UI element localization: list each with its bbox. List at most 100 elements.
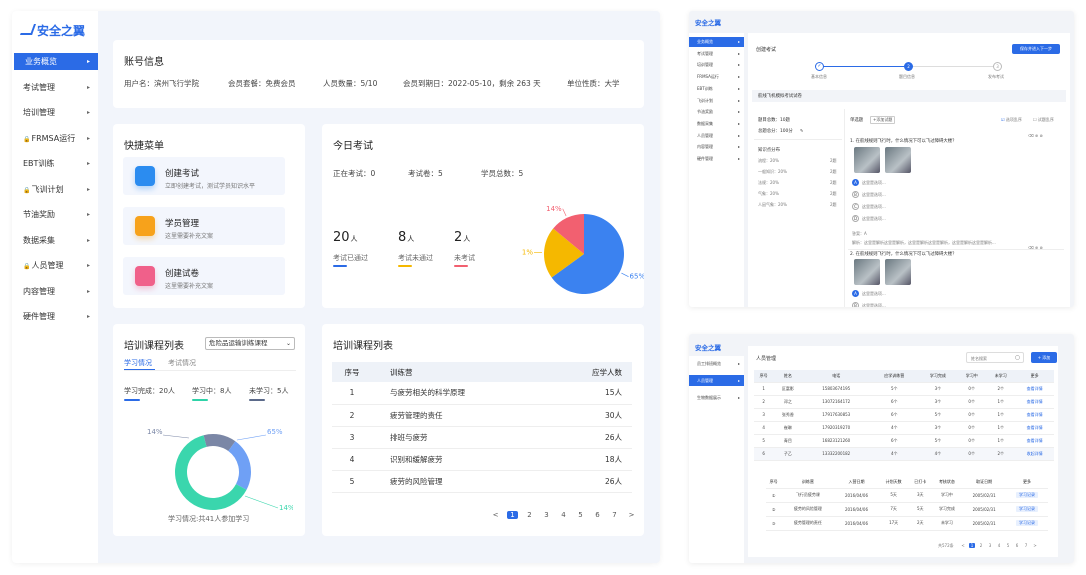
page-4[interactable]: 4 bbox=[558, 511, 569, 519]
question-2-actions-icon[interactable]: ⌫ ⊕ ⊗ bbox=[1028, 245, 1043, 250]
sidebar-item-5[interactable]: 🔒飞训计划 ▸ bbox=[12, 181, 98, 198]
tab-exam[interactable]: 考试情况 bbox=[168, 358, 196, 368]
quick-item-0[interactable]: 创建考试 立即创建考试，测试学员知识水平 bbox=[123, 157, 285, 195]
shuffle-options-checkbox[interactable]: ☑ 选项乱序 bbox=[1001, 117, 1022, 123]
page-2[interactable]: 2 bbox=[524, 511, 535, 519]
sub-row[interactable]: ① 飞行员疲劳课 2016/04/06 5天 3天 学习中 2005/02/31 学习记录 bbox=[766, 488, 1048, 503]
people-cell[interactable]: 查看详情 bbox=[1015, 421, 1054, 435]
mini2-add-button[interactable]: + 添加 bbox=[1031, 352, 1057, 363]
quick-item-2[interactable]: 创建试卷 这里需要补充文案 bbox=[123, 257, 285, 295]
page-0[interactable]: < bbox=[490, 511, 501, 519]
option-radio-0[interactable]: A bbox=[852, 179, 859, 186]
mini1-nav-10[interactable]: 硬件管理 ▸ bbox=[689, 154, 744, 164]
save-next-button[interactable]: 保存并进入下一步 bbox=[1012, 44, 1060, 54]
dashboard-window: 安全之翼 业务概览 ▸ 考试管理 ▸ 培训管理 ▸ 🔒FRMSA运行 ▸ EBT训练 ▸ 🔒飞训计划… bbox=[12, 11, 660, 563]
mini1-nav-2[interactable]: 培训管理 ▸ bbox=[689, 60, 744, 70]
mini2-nav-2[interactable]: 生物数据展示 ▸ bbox=[689, 392, 744, 403]
page-7[interactable]: 7 bbox=[609, 511, 620, 519]
sub-row[interactable]: ③ 疲劳管理的责任 2016/04/06 17天 2天 未学习 2005/02/31 学习记录 bbox=[766, 516, 1048, 531]
page-1[interactable]: 1 bbox=[507, 511, 518, 519]
course-row[interactable]: 2 疲劳管理的责任 30人 bbox=[332, 404, 632, 427]
page-3[interactable]: 3 bbox=[541, 511, 552, 519]
page-8[interactable]: > bbox=[626, 511, 637, 519]
sub-cell-text: 学习完成 bbox=[938, 506, 955, 511]
option2-radio-1[interactable]: B bbox=[852, 302, 859, 307]
sidebar-item-4[interactable]: EBT训练 ▸ bbox=[12, 155, 98, 172]
mini1-nav-3[interactable]: FRMSA运行 ▸ bbox=[689, 72, 744, 82]
sidebar-item-7[interactable]: 数据采集 ▸ bbox=[12, 232, 98, 249]
course-row[interactable]: 1 与疲劳相关的科学原理 15人 bbox=[332, 382, 632, 405]
course-row[interactable]: 5 疲劳的风险管理 26人 bbox=[332, 470, 632, 493]
mini2-nav-1[interactable]: 人员管理 ▸ bbox=[689, 375, 744, 386]
option-radio-3[interactable]: D bbox=[852, 215, 859, 222]
mini2-page-2[interactable]: 2 bbox=[978, 543, 984, 548]
sidebar-item-8[interactable]: 🔒人员管理 ▸ bbox=[12, 257, 98, 274]
sidebar-item-0[interactable]: 业务概览 ▸ bbox=[14, 53, 98, 70]
sub-cell: 学习完成 bbox=[931, 502, 963, 517]
people-cell[interactable]: 查看详情 bbox=[1015, 434, 1054, 448]
sub-cell[interactable]: 学习记录 bbox=[1006, 502, 1048, 517]
option-radio-1[interactable]: B bbox=[852, 191, 859, 198]
option2-radio-0[interactable]: A bbox=[852, 290, 859, 297]
people-row[interactable]: 6 子乙 13332200182 4个 4个 0个 2个 收起详情 bbox=[754, 447, 1054, 461]
mini2-page-1[interactable]: 1 bbox=[969, 543, 975, 548]
mini1-nav-4[interactable]: EBT训练 ▸ bbox=[689, 84, 744, 94]
sidebar-item-3[interactable]: 🔒FRMSA运行 ▸ bbox=[12, 130, 98, 147]
people-cell[interactable]: 收起详情 bbox=[1015, 447, 1054, 461]
mini2-page-3[interactable]: 3 bbox=[987, 543, 993, 548]
people-cell[interactable]: 查看详情 bbox=[1015, 408, 1054, 422]
tab-study[interactable]: 学习情况 bbox=[124, 358, 152, 368]
sidebar-item-2[interactable]: 培训管理 ▸ bbox=[12, 104, 98, 121]
mini1-nav-5[interactable]: 飞训计划 ▸ bbox=[689, 96, 744, 106]
mini2-page-0[interactable]: < bbox=[960, 543, 966, 548]
today-exam-card: 今日考试 正在考试：0 考试卷：5 学员总数：5 20人 考试已通过 8人 考试未通过… bbox=[322, 124, 644, 308]
sub-cell[interactable]: 学习记录 bbox=[1006, 488, 1048, 503]
mini1-nav-0[interactable]: 业务概览 ▸ bbox=[689, 37, 744, 47]
edit-icon[interactable]: ✎ bbox=[800, 128, 803, 133]
mini1-nav-6[interactable]: 节油奖励 ▸ bbox=[689, 107, 744, 117]
sub-row[interactable]: ② 疲劳的风险管理 2016/04/06 7天 5天 学习完成 2005/02/31 学习记录 bbox=[766, 502, 1048, 517]
study-record-link[interactable]: 学习记录 bbox=[1016, 506, 1039, 512]
stat-number: 8 bbox=[398, 230, 407, 245]
mini2-page-5[interactable]: 5 bbox=[1005, 543, 1011, 548]
quick-item-1[interactable]: 学员管理 这里需要补充文案 bbox=[123, 207, 285, 245]
people-row[interactable]: 4 崔琳 17920319270 4个 3个 0个 1个 查看详情 bbox=[754, 421, 1054, 435]
mini1-nav-8[interactable]: 人员管理 ▸ bbox=[689, 131, 744, 141]
shuffle-questions-checkbox[interactable]: ☐ 试题乱序 bbox=[1033, 117, 1054, 123]
sidebar-item-9[interactable]: 内容管理 ▸ bbox=[12, 283, 98, 300]
people-cell[interactable]: 查看详情 bbox=[1015, 382, 1054, 396]
course-row[interactable]: 3 排班与疲劳 26人 bbox=[332, 426, 632, 449]
people-row[interactable]: 2 邓之 13072164172 6个 3个 0个 1个 查看详情 bbox=[754, 395, 1054, 409]
course-row[interactable]: 4 识别和缓解疲劳 18人 bbox=[332, 448, 632, 471]
sub-cell[interactable]: 学习记录 bbox=[1006, 516, 1048, 531]
people-cell[interactable]: 查看详情 bbox=[1015, 395, 1054, 409]
mini1-dist-title: 知识点分布 bbox=[758, 148, 780, 153]
sub-cell-text: 未学习 bbox=[940, 520, 953, 525]
mini2-page-6[interactable]: 6 bbox=[1014, 543, 1020, 548]
study-record-link[interactable]: 学习记录 bbox=[1016, 520, 1039, 526]
sidebar-item-10[interactable]: 硬件管理 ▸ bbox=[12, 308, 98, 325]
chevron-right-icon: ▸ bbox=[737, 85, 740, 91]
donut-label-0: 14% bbox=[147, 428, 163, 436]
page-5[interactable]: 5 bbox=[575, 511, 586, 519]
mini1-nav-7[interactable]: 数据采集 ▸ bbox=[689, 119, 744, 129]
mini2-page-7[interactable]: 7 bbox=[1023, 543, 1029, 548]
option-radio-2[interactable]: C bbox=[852, 203, 859, 210]
people-row[interactable]: 5 青目 16823121260 6个 5个 0个 1个 查看详情 bbox=[754, 434, 1054, 448]
course-select[interactable]: 危险品运输训练课程 ⌄ bbox=[205, 337, 295, 350]
sidebar-item-6[interactable]: 节油奖励 ▸ bbox=[12, 206, 98, 223]
people-row[interactable]: 3 张秀香 17917630853 6个 5个 0个 1个 查看详情 bbox=[754, 408, 1054, 422]
people-row[interactable]: 1 区富影 15803674195 5个 3个 0个 2个 查看详情 bbox=[754, 382, 1054, 396]
mini1-nav-9[interactable]: 内容管理 ▸ bbox=[689, 142, 744, 152]
add-question-button[interactable]: +添加试题 bbox=[870, 116, 896, 124]
question-actions-icon[interactable]: ⌫ ⊕ ⊗ bbox=[1028, 133, 1043, 138]
people-header-3: 应学训练营 bbox=[870, 370, 919, 383]
mini2-page-8[interactable]: > bbox=[1032, 543, 1038, 548]
mini1-nav-1[interactable]: 考试管理 ▸ bbox=[689, 49, 744, 59]
study-record-link[interactable]: 学习记录 bbox=[1016, 492, 1039, 498]
sidebar-item-1[interactable]: 考试管理 ▸ bbox=[12, 79, 98, 96]
mini2-search[interactable]: 姓名搜索 ○ bbox=[966, 352, 1024, 363]
mini2-nav-0[interactable]: 员工排班概览 ▸ bbox=[689, 358, 744, 369]
mini2-page-4[interactable]: 4 bbox=[996, 543, 1002, 548]
page-6[interactable]: 6 bbox=[592, 511, 603, 519]
